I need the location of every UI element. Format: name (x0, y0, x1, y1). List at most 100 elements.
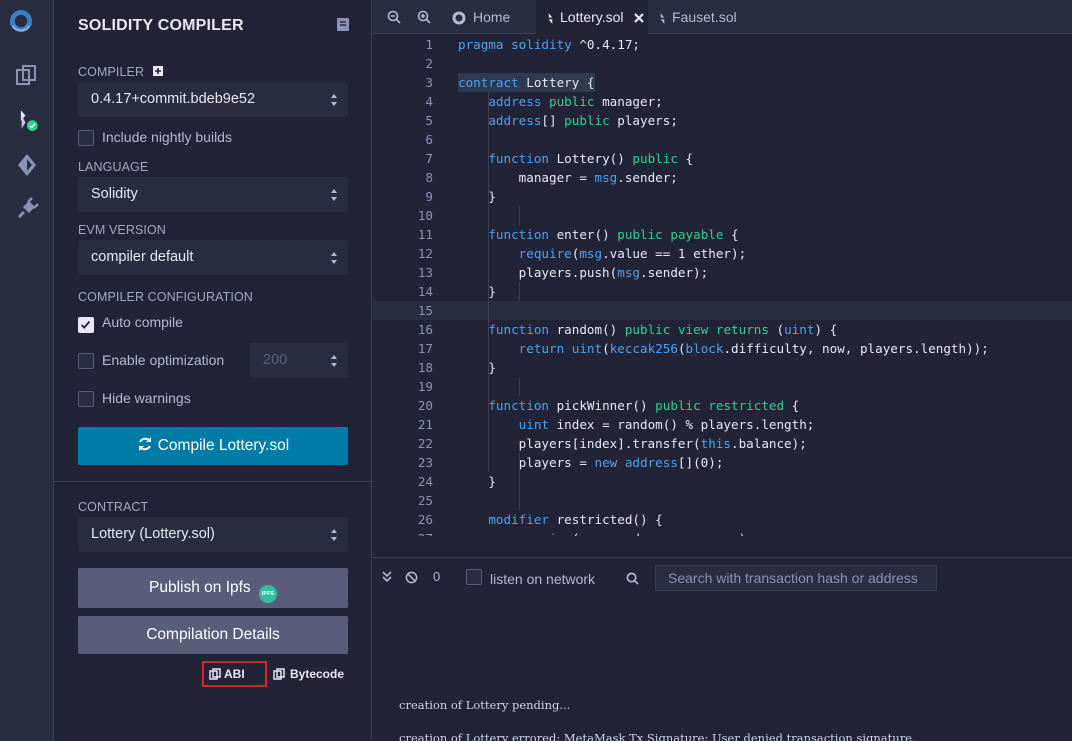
code-line[interactable]: 19 (373, 377, 1072, 396)
code-line[interactable]: 27 require(msg.sender == manager); (373, 529, 1072, 536)
code-line[interactable]: 16 function random() public view returns… (373, 320, 1072, 339)
plugin-manager-icon[interactable] (14, 196, 40, 222)
line-number: 7 (425, 151, 433, 166)
contract-label: CONTRACT (78, 500, 149, 514)
code-line[interactable]: 15 (373, 301, 1072, 320)
line-number: 12 (417, 246, 433, 261)
line-content: contract Lottery { (458, 73, 595, 92)
code-line[interactable]: 4 address public manager; (373, 92, 1072, 111)
code-line[interactable]: 10 (373, 206, 1072, 225)
hide-warnings-checkbox[interactable] (78, 391, 94, 407)
code-line[interactable]: 9 } (373, 187, 1072, 206)
line-content: uint index = random() % players.length; (518, 417, 815, 432)
code-line[interactable]: 25 (373, 491, 1072, 510)
code-line[interactable]: 3 contract Lottery { (373, 73, 1072, 92)
language-select[interactable]: Solidity (78, 177, 348, 212)
line-content: function Lottery() public { (488, 151, 694, 166)
compiler-version-value: 0.4.17+commit.bdeb9e52 (91, 91, 256, 107)
line-content: } (458, 189, 496, 204)
editor-tabs: Home Lottery.sol Fauset.sol (373, 0, 1072, 34)
add-compiler-icon[interactable] (152, 66, 163, 76)
listen-network-checkbox[interactable] (466, 569, 482, 585)
stepper-arrows-icon[interactable] (330, 354, 338, 368)
clear-console-icon[interactable] (405, 571, 418, 584)
tab-home[interactable]: Home (451, 0, 533, 34)
select-arrows-icon (331, 189, 337, 201)
code-line[interactable]: 26 modifier restricted() { (373, 510, 1072, 529)
line-number: 14 (417, 284, 433, 299)
select-arrows-icon (331, 94, 337, 106)
copy-bytecode-button[interactable]: Bytecode (273, 663, 353, 685)
compile-button[interactable]: Compile Lottery.sol (78, 427, 348, 465)
contract-select[interactable]: Lottery (Lottery.sol) (78, 517, 348, 552)
deploy-run-icon[interactable] (14, 152, 40, 178)
listen-network-label: listen on network (490, 571, 596, 587)
code-line[interactable]: 6 (373, 130, 1072, 149)
nightly-builds-checkbox[interactable] (78, 130, 94, 146)
code-line[interactable]: 20 function pickWinner() public restrict… (373, 396, 1072, 415)
line-content: require(msg.value == 1 ether); (518, 246, 747, 261)
language-value: Solidity (91, 186, 138, 202)
tab-fauset-sol[interactable]: Fauset.sol (658, 0, 768, 34)
enable-optimization-checkbox[interactable] (78, 353, 94, 369)
code-line[interactable]: 23 players = new address[](0); (373, 453, 1072, 472)
line-number: 21 (417, 417, 433, 432)
terminal-toolbar: 0 listen on network Search with transact… (373, 557, 1072, 597)
evm-version-value: compiler default (91, 249, 194, 265)
zoom-out-icon[interactable] (387, 10, 401, 24)
code-line[interactable]: 8 manager = msg.sender; (373, 168, 1072, 187)
compiler-version-select[interactable]: 0.4.17+commit.bdeb9e52 (78, 82, 348, 117)
code-line[interactable]: 24 } (373, 472, 1072, 491)
compilation-details-button[interactable]: Compilation Details (78, 616, 348, 654)
line-number: 24 (417, 474, 433, 489)
line-number: 5 (425, 113, 433, 128)
search-placeholder: Search with transaction hash or address (668, 570, 918, 586)
remix-logo-icon[interactable] (8, 8, 46, 46)
publish-ipfs-label: Publish on Ipfs (149, 579, 251, 596)
code-line[interactable]: 22 players[index].transfer(this.balance)… (373, 434, 1072, 453)
code-area[interactable]: 1 pragma solidity ^0.4.17; 2 3 contract Lott… (373, 35, 1072, 536)
code-line[interactable]: 13 players.push(msg.sender); (373, 263, 1072, 282)
copy-abi-button[interactable]: ABI (202, 661, 267, 687)
solidity-compiler-icon[interactable] (14, 108, 48, 140)
code-line[interactable]: 2 (373, 54, 1072, 73)
select-arrows-icon (331, 529, 337, 541)
line-number: 10 (417, 208, 433, 223)
hide-warnings-label: Hide warnings (102, 390, 191, 406)
code-line[interactable]: 7 function Lottery() public { (373, 149, 1072, 168)
collapse-terminal-icon[interactable] (382, 571, 392, 583)
zoom-in-icon[interactable] (417, 10, 431, 24)
line-number: 2 (425, 56, 433, 71)
tab-lottery-label: Lottery.sol (560, 9, 624, 25)
close-tab-icon[interactable] (633, 12, 645, 24)
optimization-runs-input[interactable]: 200 (250, 343, 348, 378)
publish-ipfs-button[interactable]: Publish on Ipfs IPFS (78, 568, 348, 608)
line-content: } (458, 474, 496, 489)
line-content: function pickWinner() public restricted … (488, 398, 800, 413)
tab-lottery-sol[interactable]: Lottery.sol (536, 0, 648, 34)
code-line[interactable]: 1 pragma solidity ^0.4.17; (373, 35, 1072, 54)
line-number: 19 (417, 379, 433, 394)
file-explorer-icon[interactable] (14, 63, 40, 89)
evm-version-select[interactable]: compiler default (78, 240, 348, 275)
code-line[interactable]: 12 require(msg.value == 1 ether); (373, 244, 1072, 263)
code-line[interactable]: 18 } (373, 358, 1072, 377)
line-content: } (458, 360, 496, 375)
code-line[interactable]: 5 address[] public players; (373, 111, 1072, 130)
transaction-search-input[interactable]: Search with transaction hash or address (655, 565, 937, 591)
code-line[interactable]: 21 uint index = random() % players.lengt… (373, 415, 1072, 434)
code-line[interactable]: 11 function enter() public payable { (373, 225, 1072, 244)
panel-title: SOLIDITY COMPILER (78, 17, 244, 34)
indent-guide (519, 282, 520, 301)
auto-compile-checkbox[interactable] (78, 317, 94, 333)
code-line[interactable]: 14 } (373, 282, 1072, 301)
refresh-icon (138, 437, 151, 451)
line-number: 20 (417, 398, 433, 413)
line-number: 3 (425, 75, 433, 90)
log-line: creation of Lottery pending... (399, 698, 571, 712)
language-label: LANGUAGE (78, 160, 149, 174)
line-number: 27 (393, 529, 433, 536)
documentation-icon[interactable] (336, 17, 350, 32)
code-line[interactable]: 17 return uint(keccak256(block.difficult… (373, 339, 1072, 358)
ipfs-badge: IPFS (259, 585, 277, 603)
